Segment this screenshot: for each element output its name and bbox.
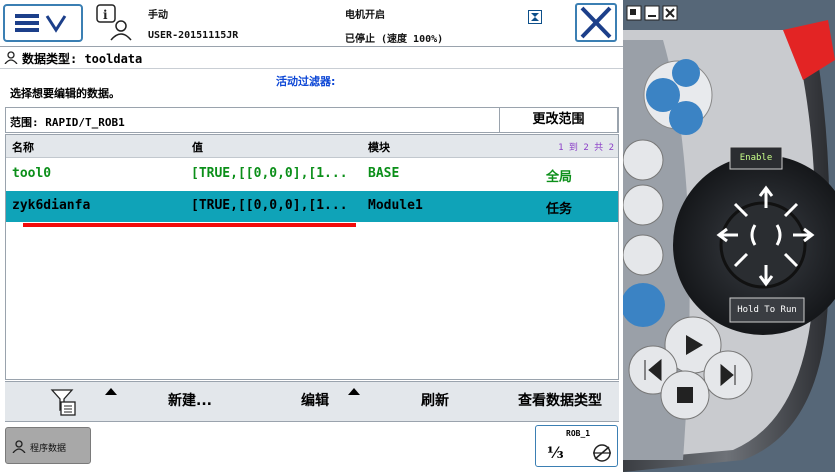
chevron-down-icon — [45, 15, 67, 33]
row-scope: 全局 — [546, 170, 573, 185]
row-module: Module1 — [368, 198, 423, 213]
close-icon — [580, 6, 612, 39]
edit-button[interactable]: 编辑 — [285, 382, 345, 421]
view-datatype-button[interactable]: 查看数据类型 — [505, 382, 615, 421]
col-module-header[interactable]: 模块 — [368, 139, 390, 155]
row-module: BASE — [368, 166, 400, 181]
row-name: tool0 — [12, 166, 52, 181]
flexpendant-hardware: Enable Hold To Run — [623, 0, 835, 472]
run-icon — [593, 444, 611, 462]
new-button[interactable]: 新建... — [150, 382, 230, 421]
bottom-toolbar: 新建... 编辑 刷新 查看数据类型 — [5, 381, 619, 422]
filter-icon — [50, 389, 76, 416]
active-filter-label[interactable]: 活动过滤器: — [276, 73, 335, 89]
menu-up-arrow — [348, 388, 360, 395]
datatype-label: 数据类型: tooldata — [22, 52, 143, 66]
row-value: [TRUE,[[0,0,0],[1... — [191, 166, 348, 181]
datatype-header: 数据类型: tooldata — [0, 47, 623, 69]
col-value-header[interactable]: 值 — [192, 139, 203, 155]
row-name: zyk6dianfa — [12, 198, 91, 213]
menu-up-arrow — [105, 388, 117, 395]
person-icon — [4, 51, 18, 64]
choose-data-label: 选择想要编辑的数据。 — [10, 87, 120, 100]
program-data-label: 程序数据 — [30, 444, 67, 454]
task-icon — [12, 440, 26, 453]
scope-row: 范围: RAPID/T_ROB1 更改范围 — [5, 107, 619, 133]
flexpendant-screen: i 手动 USER-20151115JR 电机开启 已停止 (速度 100%) — [0, 0, 623, 472]
pager-label: 1 到 2 共 2 — [558, 143, 614, 153]
refresh-button[interactable]: 刷新 — [405, 382, 465, 421]
row-scope: 任务 — [546, 202, 573, 217]
table-row[interactable]: tool0 [TRUE,[[0,0,0],[1... BASE 全局 — [6, 159, 618, 190]
red-underline-mark — [23, 223, 356, 227]
filter-row: 选择想要编辑的数据。 活动过滤器: — [0, 69, 623, 103]
col-name-header[interactable]: 名称 — [12, 139, 34, 155]
motor-status: 电机开启 已停止 (速度 100%) — [345, 6, 443, 45]
data-table: 名称 值 模块 1 到 2 共 2 tool0 [TRUE,[[0,0,0],[… — [5, 134, 619, 380]
fraction-label: ⅓ — [547, 443, 564, 462]
close-button[interactable] — [575, 3, 617, 42]
svg-text:i: i — [103, 8, 108, 22]
row-value: [TRUE,[[0,0,0],[1... — [191, 198, 348, 213]
rob-label: ROB_1 — [566, 429, 591, 438]
hold-to-run-label[interactable]: Hold To Run — [730, 305, 804, 315]
scope-label: 范围: RAPID/T_ROB1 — [10, 116, 125, 129]
abb-menu-button[interactable] — [3, 4, 83, 42]
stopped-label: 已停止 (速度 100%) — [345, 34, 444, 45]
robot-unit-button[interactable]: ROB_1 ⅓ — [535, 425, 618, 467]
mode-label: 手动 — [148, 10, 168, 21]
flexpendant-body — [623, 0, 835, 472]
program-data-task-button[interactable]: 程序数据 — [5, 427, 91, 464]
change-scope-button[interactable]: 更改范围 — [499, 107, 618, 133]
menu-icon — [15, 14, 67, 33]
top-status-bar: i 手动 USER-20151115JR 电机开启 已停止 (速度 100%) — [0, 0, 623, 47]
table-header: 名称 值 模块 1 到 2 共 2 — [6, 135, 618, 158]
table-row-selected[interactable]: zyk6dianfa [TRUE,[[0,0,0],[1... Module1 … — [6, 191, 618, 222]
enable-label: Enable — [739, 153, 773, 163]
mode-status: 手动 USER-20151115JR — [148, 6, 238, 41]
task-bar: 程序数据 ROB_1 ⅓ — [0, 423, 623, 472]
filter-button[interactable] — [45, 382, 85, 421]
user-label: USER-20151115JR — [148, 30, 239, 41]
motor-label: 电机开启 — [345, 10, 385, 21]
hourglass-icon — [528, 9, 542, 24]
info-user-icon[interactable]: i — [96, 4, 134, 42]
